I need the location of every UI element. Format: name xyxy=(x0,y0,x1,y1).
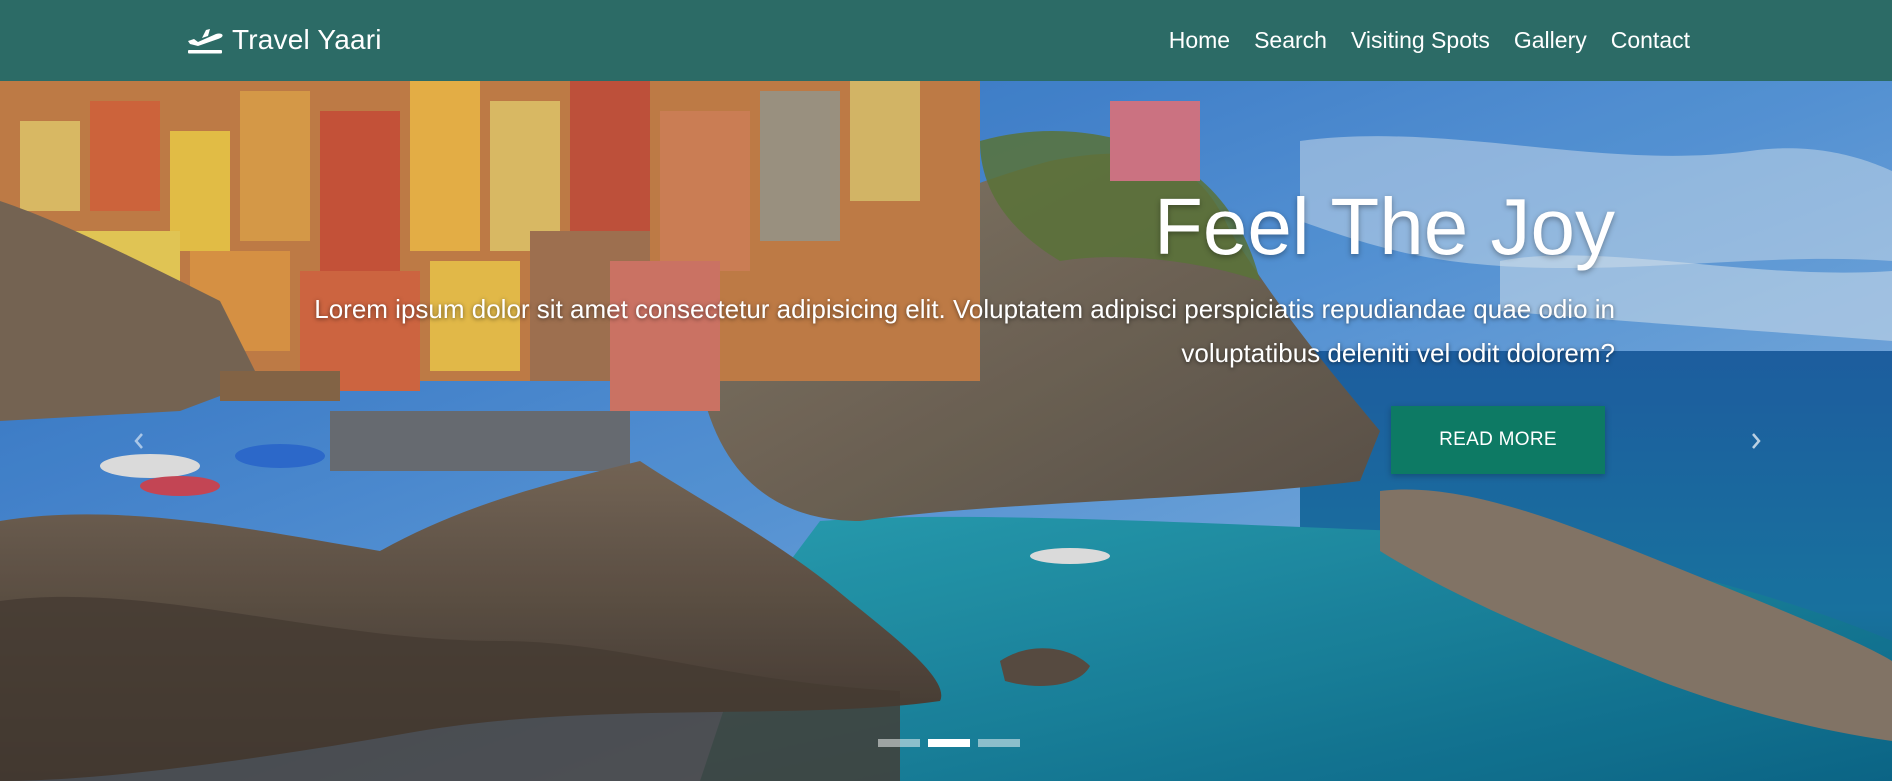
nav-link-gallery[interactable]: Gallery xyxy=(1502,27,1599,54)
navbar: Travel Yaari Home Search Visiting Spots … xyxy=(0,0,1892,81)
chevron-right-icon xyxy=(1752,433,1761,449)
nav-link-search[interactable]: Search xyxy=(1242,27,1339,54)
carousel-indicator-1[interactable] xyxy=(878,739,920,747)
carousel-prev-button[interactable] xyxy=(124,421,154,461)
chevron-left-icon xyxy=(134,433,143,449)
airplane-departure-icon xyxy=(188,29,223,54)
read-more-button[interactable]: READ MORE xyxy=(1391,406,1605,474)
carousel-indicator-3[interactable] xyxy=(978,739,1020,747)
nav-link-visiting-spots[interactable]: Visiting Spots xyxy=(1339,27,1502,54)
hero-title: Feel The Joy xyxy=(1154,182,1615,271)
carousel-indicator-2[interactable] xyxy=(928,739,970,747)
hero-description: Lorem ipsum dolor sit amet consectetur a… xyxy=(314,294,1615,368)
carousel-next-button[interactable] xyxy=(1741,421,1771,461)
carousel-indicators xyxy=(878,739,1020,747)
nav-link-contact[interactable]: Contact xyxy=(1599,27,1702,54)
brand-link[interactable]: Travel Yaari xyxy=(186,22,382,58)
brand-name: Travel Yaari xyxy=(232,24,382,55)
nav-menu: Home Search Visiting Spots Gallery Conta… xyxy=(1157,0,1702,81)
hero-carousel: Feel The Joy Lorem ipsum dolor sit amet … xyxy=(0,81,1892,781)
nav-link-home[interactable]: Home xyxy=(1157,27,1242,54)
